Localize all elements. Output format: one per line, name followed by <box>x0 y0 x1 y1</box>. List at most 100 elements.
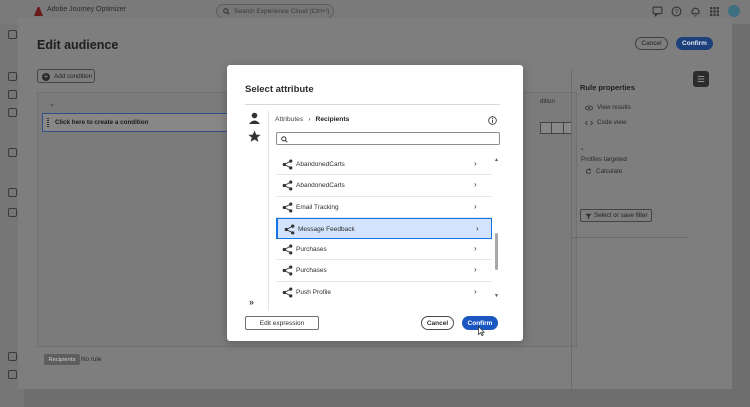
list-item[interactable]: Email Tracking › <box>276 197 492 218</box>
background-addition-text: dition <box>540 98 556 105</box>
edit-expression-button[interactable]: Edit expression <box>245 316 319 330</box>
list-item-label: AbandonedCarts <box>296 161 345 168</box>
code-view-link[interactable]: Code view <box>585 119 626 126</box>
scroll-down-icon[interactable]: ▼ <box>494 293 499 299</box>
attribute-source-sidebar: » <box>245 110 269 310</box>
add-condition-label: Add condition <box>54 72 93 80</box>
list-item-label: Push Profile <box>296 288 332 296</box>
code-icon <box>585 120 593 125</box>
help-icon[interactable]: ? <box>671 6 682 17</box>
list-item-label: Email Tracking <box>296 203 339 211</box>
rule-properties-panel: Rule properties View results Code view -… <box>571 70 688 389</box>
share-link-icon <box>282 287 293 298</box>
chevron-right-icon: › <box>474 201 477 211</box>
list-item[interactable]: Purchases › <box>276 239 492 261</box>
search-icon <box>223 8 230 15</box>
chevron-right-icon: › <box>474 265 477 275</box>
list-item[interactable]: AbandonedCarts › <box>276 154 492 176</box>
chevron-right-icon: › <box>474 159 477 168</box>
dialog-title: Select attribute <box>245 84 314 95</box>
filter-icon <box>585 213 592 220</box>
editor-confirm-button[interactable]: Confirm <box>676 37 713 50</box>
logout-icon[interactable] <box>8 352 17 361</box>
app-title: Adobe Journey Optimizer <box>47 6 126 13</box>
share-link-icon <box>282 180 293 191</box>
chevron-right-icon: › <box>474 286 477 296</box>
list-item-label: Message Feedback <box>298 225 355 233</box>
global-search-input[interactable]: Search Experience Cloud (Ctrl+/) <box>216 4 334 19</box>
list-item-label: Purchases <box>296 246 327 254</box>
share-link-icon <box>282 265 293 277</box>
chevron-right-icon: › <box>474 244 477 254</box>
code-view-label: Code view <box>597 119 627 126</box>
svg-text:?: ? <box>675 9 679 16</box>
add-condition-button[interactable]: + Add condition <box>37 69 95 83</box>
list-scrollbar[interactable]: ▲ ▼ <box>493 157 499 300</box>
breadcrumb-recipients: Recipients <box>315 116 350 123</box>
person-icon[interactable] <box>248 112 261 124</box>
chevron-right-icon: › <box>308 116 311 123</box>
dialog-divider <box>245 104 500 105</box>
no-rule-text: No rule <box>81 356 102 363</box>
drag-handle-icon[interactable] <box>47 118 49 127</box>
select-or-save-filter-button[interactable]: Select or save filter <box>580 209 652 222</box>
list-item-label: AbandonedCarts <box>296 182 345 190</box>
properties-icon <box>697 76 705 82</box>
messages-icon[interactable] <box>8 108 17 117</box>
attribute-search-input[interactable] <box>276 132 500 145</box>
scroll-up-icon[interactable]: ▲ <box>494 157 499 163</box>
rule-properties-title: Rule properties <box>580 83 636 92</box>
adobe-logo-icon <box>34 7 43 16</box>
info-icon[interactable] <box>488 116 497 125</box>
mouse-cursor-icon <box>478 326 485 336</box>
select-or-save-filter-label: Select or save filter <box>594 212 648 219</box>
view-results-link[interactable]: View results <box>585 104 631 111</box>
refresh-icon <box>585 168 592 174</box>
journeys-icon[interactable] <box>8 72 17 81</box>
condition-placeholder-box[interactable]: Click here to create a condition <box>42 113 242 132</box>
page-title: Edit audience <box>37 38 119 52</box>
home-icon[interactable] <box>8 30 17 39</box>
experiments-icon[interactable] <box>8 148 17 157</box>
share-link-icon <box>282 159 293 170</box>
share-link-icon <box>284 224 295 235</box>
breadcrumb: Attributes › Recipients <box>275 116 349 123</box>
expand-panel-icon[interactable]: » <box>249 297 254 307</box>
apps-grid-icon[interactable] <box>709 6 720 17</box>
search-placeholder: Search Experience Cloud (Ctrl+/) <box>234 8 330 15</box>
list-item[interactable]: Purchases › <box>276 260 492 282</box>
eye-icon <box>585 105 593 110</box>
avatar[interactable] <box>728 5 740 17</box>
list-item[interactable]: Push Profile › <box>276 282 492 302</box>
search-icon <box>281 135 288 143</box>
recipients-tag: Recipients <box>44 354 80 365</box>
list-item[interactable]: AbandonedCarts › <box>276 175 492 197</box>
list-item-selected[interactable]: Message Feedback › <box>276 217 492 240</box>
bell-icon[interactable] <box>690 6 701 17</box>
list-item-label: Purchases <box>296 267 327 275</box>
editor-cancel-button[interactable]: Cancel <box>635 37 668 50</box>
select-attribute-dialog: Select attribute » Attributes › Recipien… <box>227 65 523 341</box>
chevron-down-icon[interactable]: ⌄ <box>49 100 55 108</box>
background-edit-button <box>551 122 564 134</box>
calculate-label: Calculate <box>596 168 623 175</box>
audiences-icon[interactable] <box>8 188 17 197</box>
view-results-label: View results <box>597 104 631 111</box>
attribute-list: AbandonedCarts › AbandonedCarts › Email … <box>276 154 492 302</box>
profiles-count-value: - <box>581 146 584 153</box>
calculate-link[interactable]: Calculate <box>585 168 622 175</box>
properties-toggle-button[interactable] <box>693 71 709 87</box>
settings-icon[interactable] <box>8 370 17 379</box>
profiles-icon[interactable] <box>8 208 17 217</box>
star-icon[interactable] <box>248 130 261 143</box>
feedback-icon[interactable] <box>652 6 663 17</box>
panel-divider <box>572 237 688 238</box>
scrollbar-thumb[interactable] <box>495 233 498 270</box>
dialog-cancel-button[interactable]: Cancel <box>421 316 454 330</box>
profiles-targeted-label: Profiles targeted <box>581 156 627 163</box>
share-link-icon <box>282 202 293 213</box>
condition-placeholder-text: Click here to create a condition <box>55 119 149 126</box>
breadcrumb-attributes[interactable]: Attributes <box>275 116 303 123</box>
plus-icon: + <box>42 71 50 81</box>
campaigns-icon[interactable] <box>8 90 17 99</box>
